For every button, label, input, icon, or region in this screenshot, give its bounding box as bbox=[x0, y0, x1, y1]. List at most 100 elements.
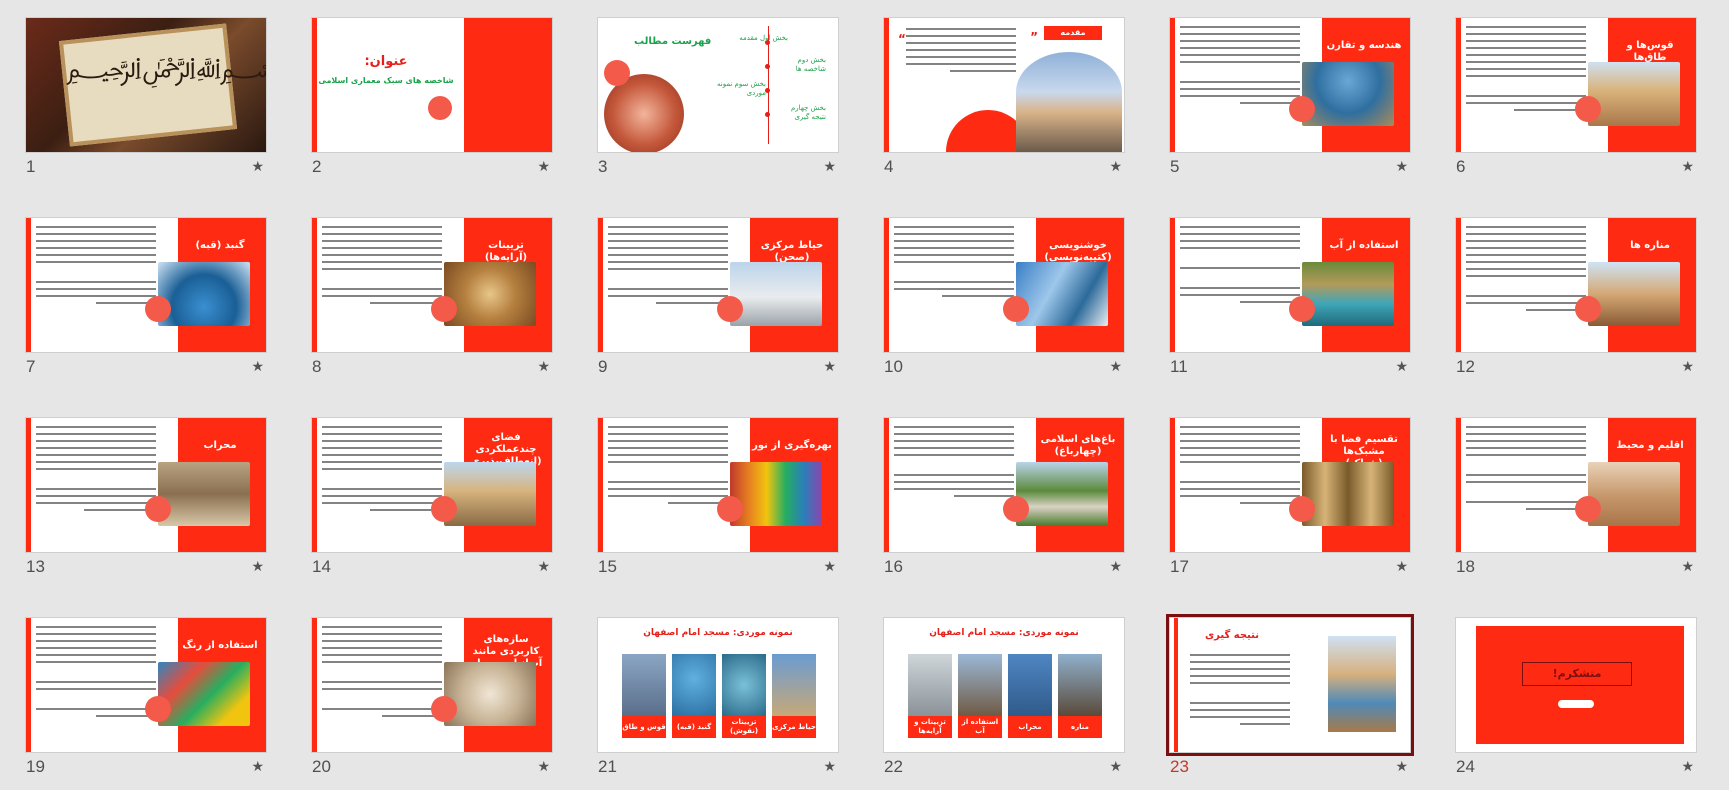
case-photo bbox=[958, 654, 1002, 716]
slide-thumb-20[interactable]: سازه‌های کاربردی مانند آب‌انبار و حمام 2… bbox=[312, 618, 552, 778]
slide-preview: فضای چندعملکردی (انعطاف‌پذیری فضا) bbox=[312, 418, 552, 552]
slide-thumb-22[interactable]: نمونه موردی: مسجد امام اصفهان تزیینات و … bbox=[884, 618, 1124, 778]
footer-pill bbox=[1558, 700, 1594, 708]
slide-number: 17 bbox=[1170, 557, 1189, 576]
decor-circle bbox=[1003, 296, 1029, 322]
quote-mark-icon: “ bbox=[898, 32, 906, 46]
mihrab-photo bbox=[158, 462, 250, 526]
dome-photo bbox=[158, 262, 250, 326]
slide-thumb-15[interactable]: بهره‌گیری از نور 15 ★ bbox=[598, 418, 838, 578]
star-icon[interactable]: ★ bbox=[1109, 759, 1122, 775]
decor-circle bbox=[1575, 296, 1601, 322]
case-label: محراب bbox=[1008, 716, 1052, 738]
case-label: گنبد (قبه) bbox=[672, 716, 716, 738]
body-text bbox=[1466, 226, 1586, 316]
toc-item: بخش اول مقدمه bbox=[739, 34, 788, 42]
slide-thumb-9[interactable]: حیاط مرکزی (صحن) 9 ★ bbox=[598, 218, 838, 378]
star-icon[interactable]: ★ bbox=[251, 759, 264, 775]
slide-thumb-2[interactable]: عنوان: شاخصه های سبک معماری اسلامی 2 ★ bbox=[312, 18, 552, 178]
star-icon[interactable]: ★ bbox=[537, 759, 550, 775]
slide-thumb-13[interactable]: محراب 13 ★ bbox=[26, 418, 266, 578]
slide-title: مناره ها bbox=[1630, 240, 1670, 251]
star-icon[interactable]: ★ bbox=[1395, 759, 1408, 775]
slide-title: تزیینات (آرایه‌ها) bbox=[484, 240, 528, 263]
star-icon[interactable]: ★ bbox=[1109, 359, 1122, 375]
star-icon[interactable]: ★ bbox=[1681, 159, 1694, 175]
slide-thumb-8[interactable]: تزیینات (آرایه‌ها) 8 ★ bbox=[312, 218, 552, 378]
slide-thumb-3[interactable]: فهرست مطالب بخش اول مقدمه بخش دوم شاخصه … bbox=[598, 18, 838, 178]
star-icon[interactable]: ★ bbox=[1109, 559, 1122, 575]
star-icon[interactable]: ★ bbox=[1395, 559, 1408, 575]
star-icon[interactable]: ★ bbox=[1109, 159, 1122, 175]
body-text bbox=[322, 426, 442, 516]
slide-thumb-16[interactable]: باغ‌های اسلامی (چهارباغ) 16 ★ bbox=[884, 418, 1124, 578]
slide-thumb-23[interactable]: نتیجه گیری 23 ★ bbox=[1166, 614, 1414, 778]
slide-thumb-12[interactable]: مناره ها 12 ★ bbox=[1456, 218, 1696, 378]
slide-number: 22 bbox=[884, 757, 903, 776]
star-icon[interactable]: ★ bbox=[1395, 359, 1408, 375]
slide-title: نمونه موردی: مسجد امام اصفهان bbox=[643, 628, 793, 638]
body-text bbox=[906, 28, 1016, 77]
slide-thumb-7[interactable]: گنبد (قبه) 7 ★ bbox=[26, 218, 266, 378]
slide-thumb-14[interactable]: فضای چندعملکردی (انعطاف‌پذیری فضا) 14 ★ bbox=[312, 418, 552, 578]
slide-number: 11 bbox=[1170, 357, 1188, 376]
slide-title: استفاده از رنگ bbox=[182, 640, 258, 651]
star-icon[interactable]: ★ bbox=[1395, 159, 1408, 175]
star-icon[interactable]: ★ bbox=[537, 359, 550, 375]
star-icon[interactable]: ★ bbox=[251, 559, 264, 575]
star-icon[interactable]: ★ bbox=[823, 359, 836, 375]
case-photo bbox=[1058, 654, 1102, 716]
star-icon[interactable]: ★ bbox=[1681, 359, 1694, 375]
red-strip bbox=[884, 418, 889, 552]
slide-thumb-24[interactable]: متشکرم! 24 ★ bbox=[1456, 618, 1696, 778]
star-icon[interactable]: ★ bbox=[537, 159, 550, 175]
slide-thumb-17[interactable]: تقسیم فضا با مشبک‌ها (شباک) 17 ★ bbox=[1170, 418, 1410, 578]
red-strip bbox=[1456, 218, 1461, 352]
slide-title: متشکرم! bbox=[1522, 662, 1632, 686]
decor-circle bbox=[431, 296, 457, 322]
slide-number: 10 bbox=[884, 357, 903, 376]
star-icon[interactable]: ★ bbox=[823, 159, 836, 175]
slide-thumb-18[interactable]: اقلیم و محیط 18 ★ bbox=[1456, 418, 1696, 578]
slide-preview: گنبد (قبه) bbox=[26, 218, 266, 352]
star-icon[interactable]: ★ bbox=[1681, 559, 1694, 575]
star-icon[interactable]: ★ bbox=[251, 359, 264, 375]
slide-title: نمونه موردی: مسجد امام اصفهان bbox=[929, 628, 1079, 638]
slide-thumb-5[interactable]: هندسه و تقارن 5 ★ bbox=[1170, 18, 1410, 178]
body-text bbox=[36, 626, 156, 722]
muqarnas-photo bbox=[444, 262, 536, 326]
slide-title: محراب bbox=[203, 440, 237, 451]
slide-thumb-10[interactable]: خوشنویسی (کتیبه‌نویسی) 10 ★ bbox=[884, 218, 1124, 378]
red-strip bbox=[1170, 218, 1175, 352]
slide-title: باغ‌های اسلامی (چهارباغ) bbox=[1040, 434, 1116, 457]
slide-title: مقدمه bbox=[1044, 26, 1102, 40]
slide-thumb-11[interactable]: استفاده از آب 11 ★ bbox=[1170, 218, 1410, 378]
slide-preview: هندسه و تقارن bbox=[1170, 18, 1410, 152]
slide-thumb-19[interactable]: استفاده از رنگ 19 ★ bbox=[26, 618, 266, 778]
body-text bbox=[322, 626, 442, 722]
body-text bbox=[36, 426, 156, 516]
case-label: مناره bbox=[1058, 716, 1102, 738]
star-icon[interactable]: ★ bbox=[537, 559, 550, 575]
case-photo bbox=[1008, 654, 1052, 716]
decor-circle bbox=[1289, 96, 1315, 122]
slide-preview: فهرست مطالب بخش اول مقدمه بخش دوم شاخصه … bbox=[598, 18, 838, 152]
star-icon[interactable]: ★ bbox=[1681, 759, 1694, 775]
star-icon[interactable]: ★ bbox=[251, 159, 264, 175]
lattice-photo bbox=[1302, 462, 1394, 526]
slide-preview: مناره ها bbox=[1456, 218, 1696, 352]
slide-title: گنبد (قبه) bbox=[195, 240, 245, 251]
slide-thumb-4[interactable]: مقدمه “ ” 4 ★ bbox=[884, 18, 1124, 178]
slide-thumb-6[interactable]: قوس‌ها و طاق‌ها 6 ★ bbox=[1456, 18, 1696, 178]
case-photo bbox=[622, 654, 666, 716]
slide-thumb-21[interactable]: نمونه موردی: مسجد امام اصفهان قوس و طاق … bbox=[598, 618, 838, 778]
star-icon[interactable]: ★ bbox=[823, 759, 836, 775]
slide-number: 19 bbox=[26, 757, 45, 776]
slide-preview: خوشنویسی (کتیبه‌نویسی) bbox=[884, 218, 1124, 352]
decor-circle bbox=[431, 496, 457, 522]
slide-thumb-1[interactable]: ﷽ 1 ★ bbox=[26, 18, 266, 178]
slide-number: 8 bbox=[312, 357, 322, 376]
star-icon[interactable]: ★ bbox=[823, 559, 836, 575]
slide-preview: نمونه موردی: مسجد امام اصفهان تزیینات و … bbox=[884, 618, 1124, 752]
toc-item: بخش چهارم نتیجه گیری bbox=[790, 104, 826, 121]
